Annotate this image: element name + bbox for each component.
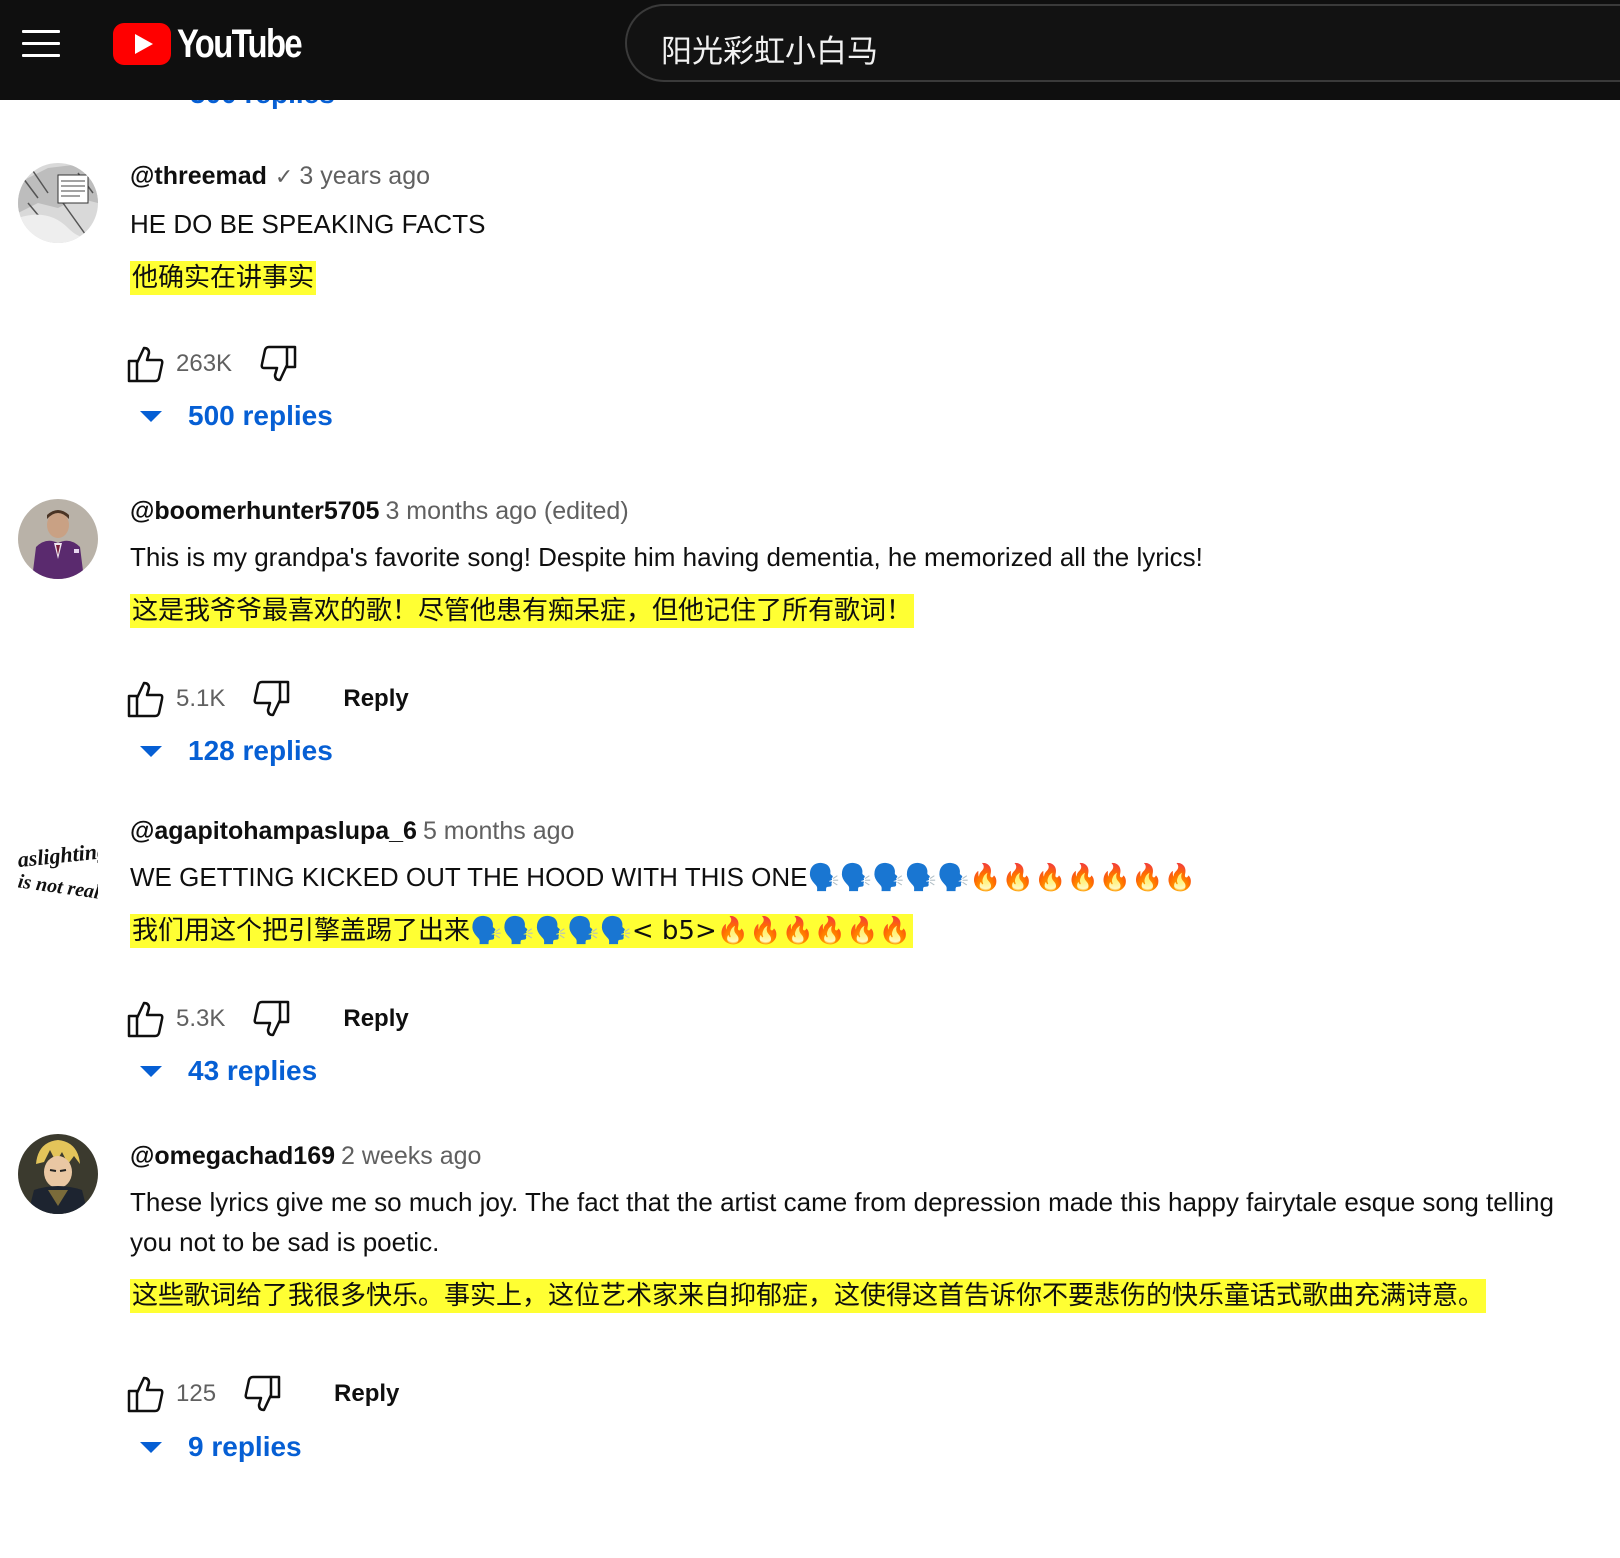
comment-time[interactable]: 3 years ago (299, 162, 430, 190)
caret-down-icon (140, 1441, 162, 1453)
replies-count: 500 replies (188, 400, 333, 431)
replies-count: 128 replies (188, 735, 333, 766)
replies-count: 43 replies (188, 1055, 318, 1086)
avatar[interactable] (18, 163, 98, 243)
replies-toggle[interactable]: 128 replies (140, 735, 333, 767)
top-bar: YouTube 阳光彩虹小白马 (0, 0, 1620, 100)
logo-text: YouTube (177, 21, 303, 66)
manga-sketch-avatar-icon (18, 163, 98, 243)
comment-translation: 我们用这个把引擎盖踢了出来🗣️🗣️🗣️🗣️🗣️< b5>🔥🔥🔥🔥🔥🔥 (130, 914, 913, 948)
reply-button[interactable]: Reply (343, 1005, 408, 1033)
dislike-icon[interactable] (242, 1374, 282, 1414)
comment-translation: 这是我爷爷最喜欢的歌！尽管他患有痴呆症，但他记住了所有歌词！ (130, 594, 915, 628)
comment-time[interactable]: 5 months ago (423, 817, 575, 845)
comment-actions: 5.1K Reply (126, 677, 409, 721)
like-icon[interactable] (126, 1374, 166, 1414)
dislike-icon[interactable] (258, 344, 298, 384)
comment-time[interactable]: 3 months ago (edited) (385, 497, 628, 525)
comment-text: HE DO BE SPEAKING FACTS (130, 209, 486, 239)
caret-down-icon (140, 1065, 162, 1077)
comment-author[interactable]: @omegachad169 (130, 1142, 335, 1170)
comment-translation: 这些歌词给了我很多快乐。事实上，这位艺术家来自抑郁症，这使得这首告诉你不要悲伤的… (130, 1279, 1487, 1313)
comment-text: WE GETTING KICKED OUT THE HOOD WITH THIS… (130, 862, 1196, 892)
comment-author[interactable]: @agapitohampaslupa_6 (130, 817, 417, 845)
caret-down-icon (140, 745, 162, 757)
comment-actions: 5.3K Reply (126, 997, 409, 1041)
comment-text: These lyrics give me so much joy. The fa… (130, 1187, 1562, 1257)
like-count: 5.1K (176, 685, 226, 712)
dislike-icon[interactable] (251, 679, 291, 719)
reply-button[interactable]: Reply (334, 1380, 399, 1408)
man-in-purple-suit-avatar-icon (18, 499, 98, 579)
like-icon[interactable] (126, 999, 166, 1039)
comment-actions: 125 Reply (126, 1372, 399, 1416)
like-icon[interactable] (126, 344, 166, 384)
comment-time[interactable]: 2 weeks ago (341, 1142, 481, 1170)
hamburger-menu-icon[interactable] (22, 28, 62, 60)
avatar[interactable] (18, 1134, 98, 1214)
reply-button[interactable]: Reply (343, 685, 408, 713)
replies-toggle[interactable]: 43 replies (140, 1055, 317, 1087)
comment-actions: 263K (126, 342, 298, 386)
like-icon[interactable] (126, 679, 166, 719)
avatar[interactable] (18, 499, 98, 579)
replies-toggle[interactable]: 500 replies (140, 400, 333, 432)
comment-author[interactable]: @threemad (130, 162, 267, 190)
replies-count: 9 replies (188, 1431, 302, 1462)
like-count: 125 (176, 1380, 217, 1407)
verified-check-icon: ✓ (274, 165, 294, 190)
comment-author[interactable]: @boomerhunter5705 (130, 497, 379, 525)
search-query: 阳光彩虹小白马 (661, 34, 878, 70)
caret-down-icon (140, 410, 162, 422)
like-count: 263K (176, 350, 233, 377)
youtube-play-icon (113, 23, 171, 65)
youtube-logo[interactable]: YouTube (113, 22, 328, 66)
comment-translation: 他确实在讲事实 (130, 261, 317, 295)
replies-toggle[interactable]: 9 replies (140, 1431, 302, 1463)
avatar[interactable]: gaslighting is not real (18, 829, 98, 909)
dislike-icon[interactable] (251, 999, 291, 1039)
search-input[interactable]: 阳光彩虹小白马 (625, 4, 1620, 82)
like-count: 5.3K (176, 1005, 226, 1032)
comment-text: This is my grandpa's favorite song! Desp… (130, 542, 1203, 572)
anime-character-avatar-icon (18, 1134, 98, 1214)
gaslighting-text-avatar-icon: gaslighting is not real (18, 829, 98, 909)
